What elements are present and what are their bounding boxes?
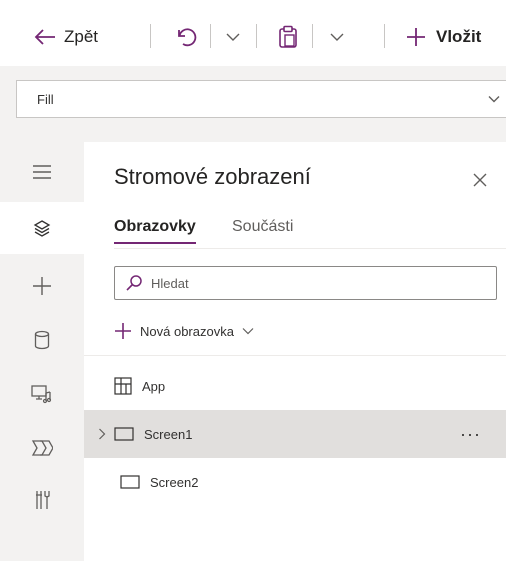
chevron-down-icon bbox=[330, 32, 344, 42]
search-icon bbox=[125, 274, 143, 292]
chevron-down-icon bbox=[482, 95, 506, 103]
tab-components[interactable]: Součásti bbox=[232, 218, 293, 242]
rail-tools-button[interactable] bbox=[0, 474, 84, 526]
undo-icon bbox=[176, 26, 198, 48]
back-label: Zpět bbox=[64, 27, 99, 46]
undo-button[interactable] bbox=[176, 20, 198, 54]
chevron-down-icon bbox=[226, 32, 240, 42]
insert-button[interactable]: Vložit bbox=[406, 20, 481, 54]
chevron-down-icon bbox=[242, 327, 254, 335]
rail-insert-button[interactable] bbox=[0, 260, 84, 312]
screen-icon bbox=[120, 475, 140, 489]
close-icon bbox=[472, 172, 488, 188]
property-value: Fill bbox=[37, 91, 54, 107]
toolbar-divider bbox=[256, 24, 257, 48]
tree-item-screen2[interactable]: Screen2 bbox=[84, 458, 506, 506]
new-screen-label: Nová obrazovka bbox=[140, 323, 234, 339]
undo-dropdown-button[interactable] bbox=[226, 20, 240, 54]
toolbar-divider bbox=[210, 24, 211, 48]
tab-screens[interactable]: Obrazovky bbox=[114, 218, 196, 244]
hamburger-menu-icon bbox=[33, 165, 51, 179]
tree-item-label: App bbox=[142, 378, 166, 394]
expand-chevron-icon[interactable] bbox=[98, 428, 106, 440]
tree-item-label: Screen1 bbox=[144, 426, 193, 442]
rail-advanced-tools-button[interactable] bbox=[0, 422, 84, 474]
back-button[interactable]: Zpět bbox=[34, 20, 98, 54]
advanced-tools-icon bbox=[31, 439, 53, 457]
search-box[interactable] bbox=[114, 266, 497, 300]
insert-label: Vložit bbox=[436, 27, 482, 46]
database-icon bbox=[34, 330, 50, 350]
tree-item-screen1[interactable]: Screen1 ··· bbox=[84, 410, 506, 458]
more-options-button[interactable]: ··· bbox=[460, 410, 481, 458]
rail-tree-view-button[interactable] bbox=[0, 202, 84, 254]
close-button[interactable] bbox=[468, 168, 492, 192]
list-divider bbox=[84, 355, 506, 356]
plus-icon bbox=[32, 276, 52, 296]
tools-icon bbox=[34, 489, 50, 511]
search-input[interactable] bbox=[149, 274, 473, 292]
back-arrow-icon bbox=[34, 28, 56, 46]
plus-icon bbox=[406, 27, 426, 47]
plus-icon bbox=[114, 322, 132, 340]
paste-dropdown-button[interactable] bbox=[330, 20, 344, 54]
toolbar-divider bbox=[150, 24, 151, 48]
rail-media-button[interactable] bbox=[0, 368, 84, 420]
command-bar: Zpět Vložit bbox=[0, 0, 506, 66]
app-grid-icon bbox=[114, 377, 132, 395]
rail-menu-button[interactable] bbox=[0, 146, 84, 198]
new-screen-button[interactable]: Nová obrazovka bbox=[114, 322, 254, 340]
toolbar-divider bbox=[384, 24, 385, 48]
layers-icon bbox=[32, 218, 52, 238]
paste-button[interactable] bbox=[278, 20, 298, 54]
tree-item-app[interactable]: App bbox=[84, 362, 506, 410]
tree-view-panel: Stromové zobrazení Obrazovky Součásti No… bbox=[84, 142, 506, 561]
left-rail bbox=[0, 142, 84, 561]
tree-item-label: Screen2 bbox=[150, 474, 199, 490]
toolbar-divider bbox=[312, 24, 313, 48]
paste-icon bbox=[278, 25, 298, 49]
rail-data-button[interactable] bbox=[0, 314, 84, 366]
panel-title: Stromové zobrazení bbox=[114, 164, 311, 189]
media-icon bbox=[31, 384, 53, 404]
tabs-divider bbox=[114, 248, 506, 249]
screen-icon bbox=[114, 427, 134, 441]
property-dropdown[interactable]: Fill bbox=[16, 80, 506, 118]
formula-bar: Fill bbox=[0, 66, 506, 142]
